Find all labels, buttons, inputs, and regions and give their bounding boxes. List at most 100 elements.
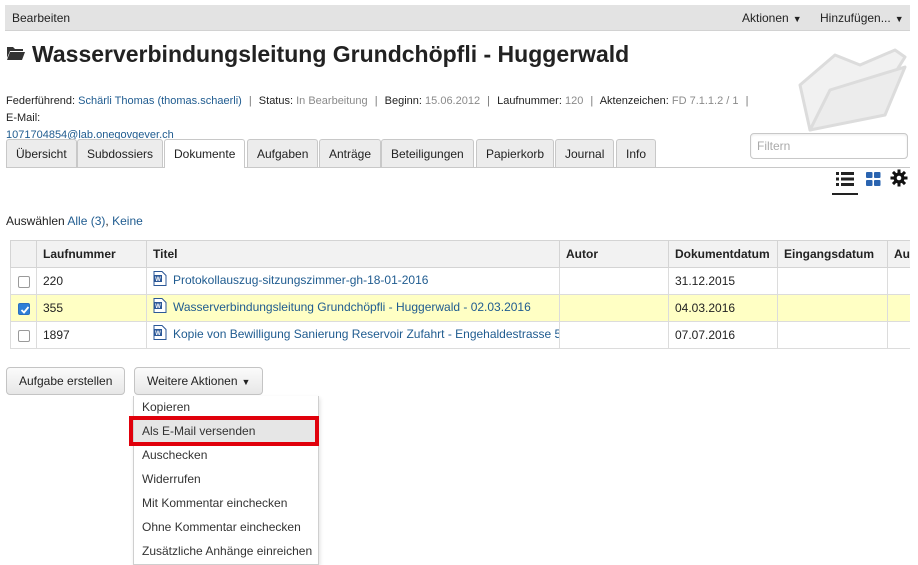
more-actions-button[interactable]: Weitere Aktionen ▼ [134,367,264,395]
actions-menu-label: Aktionen [742,11,789,25]
filter-input[interactable] [750,133,908,159]
row-truncated-cell [887,267,910,295]
separator: | [487,95,491,107]
caret-down-icon: ▼ [792,14,802,24]
menu-item-copy[interactable]: Kopieren [134,396,318,420]
header-truncated[interactable]: Au [887,240,910,268]
add-menu[interactable]: Hinzufügen... ▼ [820,11,904,25]
row-number: 1897 [36,321,147,349]
select-all-link[interactable]: Alle (3) [67,214,105,228]
reference-value: FD 7.1.1.2 / 1 [671,95,739,107]
gear-icon[interactable] [890,169,908,190]
more-actions-label: Weitere Aktionen [147,374,238,388]
header-title[interactable]: Titel [146,240,560,268]
selection-controls: Auswählen Alle (3), Keine [6,214,143,228]
row-truncated-cell [887,294,910,322]
menu-item-submit-attachments[interactable]: Zusätzliche Anhänge einreichen [134,540,318,564]
menu-item-send-as-email[interactable]: Als E-Mail versenden [134,420,318,444]
header-author[interactable]: Autor [559,240,669,268]
menu-item-revoke[interactable]: Widerrufen [134,468,318,492]
row-truncated-cell [887,321,910,349]
tab-participations[interactable]: Beteiligungen [381,139,474,167]
menu-item-checkout[interactable]: Auschecken [134,444,318,468]
number-label: Laufnummer: [497,95,562,107]
reference-label: Aktenzeichen: [599,95,669,107]
tab-proposals[interactable]: Anträge [319,139,382,167]
word-document-icon: W [153,271,167,289]
separator: | [374,95,378,107]
tab-subdossiers[interactable]: Subdossiers [77,139,164,167]
page-title-text: Wasserverbindungsleitung Grundchöpfli - … [32,41,630,67]
document-link[interactable]: Kopie von Bewilligung Sanierung Reservoi… [173,327,559,341]
row-checkbox-cell [10,321,37,349]
tab-overview[interactable]: Übersicht [6,139,77,167]
menu-item-checkin-with-comment[interactable]: Mit Kommentar einchecken [134,492,318,516]
more-actions-menu: Kopieren Als E-Mail versenden Auschecken… [133,396,319,565]
document-link[interactable]: Wasserverbindungsleitung Grundchöpfli - … [173,300,531,314]
row-receipt-date [777,321,888,349]
row-document-date: 31.12.2015 [668,267,778,295]
table-row[interactable]: 220 W Protokollauszug-sitzungszimmer-gh-1… [10,267,910,295]
number-value: 120 [564,95,584,107]
row-title-cell: W Protokollauszug-sitzungszimmer-gh-18-01… [146,267,560,295]
document-link[interactable]: Protokollauszug-sitzungszimmer-gh-18-01-… [173,273,428,287]
tab-trash[interactable]: Papierkorb [476,139,555,167]
tab-journal[interactable]: Journal [555,139,615,167]
header-checkbox [10,240,37,268]
actions-menu[interactable]: Aktionen ▼ [742,11,802,25]
separator: | [248,95,252,107]
separator: | [745,95,749,107]
tab-tasks[interactable]: Aufgaben [247,139,319,167]
row-checkbox-cell [10,267,37,295]
select-prefix: Auswählen [6,214,65,228]
grid-view-icon[interactable] [866,172,881,189]
checkmark-icon [20,306,29,314]
table-header-row: Laufnummer Titel Autor Dokumentdatum Ein… [10,240,910,268]
table-row[interactable]: 355 W Wasserverbindungsleitung Grundchöpf… [10,294,910,322]
svg-text:W: W [155,331,161,337]
edit-menu[interactable]: Bearbeiten [12,11,70,25]
table-row[interactable]: 1897 W Kopie von Bewilligung Sanierung Re… [10,321,910,349]
svg-text:W: W [155,277,161,283]
row-number: 220 [36,267,147,295]
top-toolbar: Bearbeiten Aktionen ▼ Hinzufügen... ▼ [5,5,910,31]
tab-info[interactable]: Info [616,139,657,167]
list-view-icon[interactable] [832,170,858,195]
begin-value: 15.06.2012 [425,95,481,107]
row-author [559,321,669,349]
header-receipt-date[interactable]: Eingangsdatum [777,240,888,268]
svg-text:W: W [155,304,161,310]
row-document-date: 07.07.2016 [668,321,778,349]
folder-icon [6,40,26,67]
row-author [559,267,669,295]
row-checkbox[interactable] [17,329,30,342]
select-none-link[interactable]: Keine [112,214,143,228]
status-value: In Bearbeitung [296,95,368,107]
menu-item-checkin-without-comment[interactable]: Ohne Kommentar einchecken [134,516,318,540]
documents-table-wrapper: Laufnummer Titel Autor Dokumentdatum Ein… [10,240,910,350]
select-separator: , [105,214,109,228]
word-document-icon: W [153,298,167,316]
row-document-date: 04.03.2016 [668,294,778,322]
documents-table: Laufnummer Titel Autor Dokumentdatum Ein… [10,240,910,349]
dossier-metadata: Federführend: Schärli Thomas (thomas.sch… [6,93,766,144]
tab-baseline [6,167,910,168]
add-menu-label: Hinzufügen... [820,11,891,25]
word-document-icon: W [153,325,167,343]
create-task-button[interactable]: Aufgabe erstellen [6,367,126,395]
row-checkbox[interactable] [17,275,30,288]
row-receipt-date [777,267,888,295]
row-checkbox[interactable] [17,302,30,315]
lead-link[interactable]: Schärli Thomas (thomas.schaerli) [78,95,242,107]
header-document-date[interactable]: Dokumentdatum [668,240,778,268]
lead-label: Federführend: [6,95,76,107]
caret-down-icon: ▼ [241,377,251,387]
row-checkbox-cell [10,294,37,322]
row-title-cell: W Kopie von Bewilligung Sanierung Reservo… [146,321,560,349]
begin-label: Beginn: [384,95,422,107]
email-label: E-Mail: [6,112,41,124]
page-title: Wasserverbindungsleitung Grundchöpfli - … [6,41,766,69]
row-number: 355 [36,294,147,322]
header-number[interactable]: Laufnummer [36,240,147,268]
tab-documents[interactable]: Dokumente [164,139,246,168]
